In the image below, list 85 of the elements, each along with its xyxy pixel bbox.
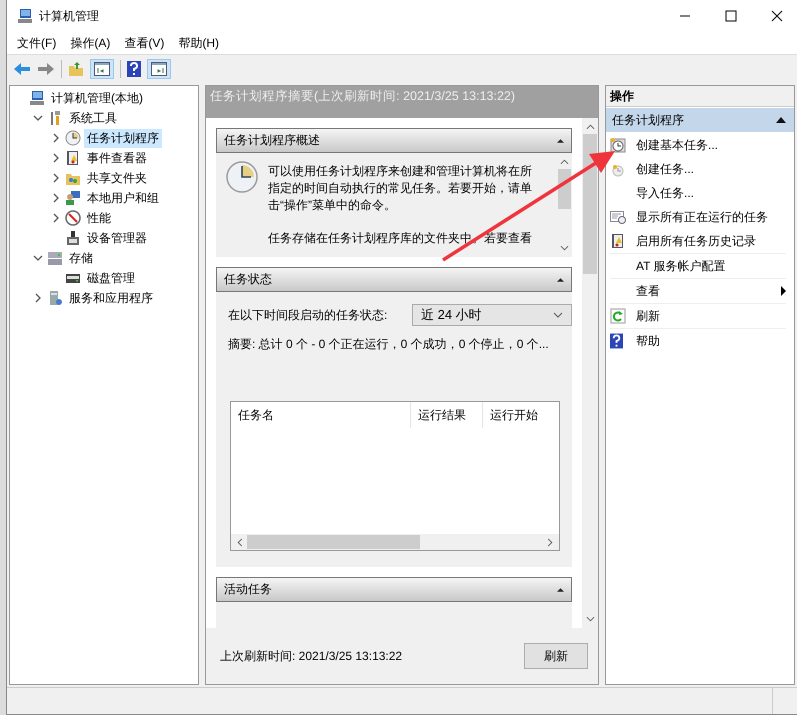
chevron-icon[interactable]: [33, 113, 43, 123]
period-label: 在以下时间段启动的任务状态:: [228, 306, 388, 324]
action-item[interactable]: 启用所有任务历史记录: [636, 232, 756, 250]
last-refresh-text: 上次刷新时间: 2021/3/25 13:13:22: [220, 648, 402, 664]
scroll-down-icon[interactable]: [586, 616, 594, 622]
action-item[interactable]: 导入任务...: [636, 184, 694, 202]
tree-item[interactable]: 系统工具: [66, 108, 120, 128]
folder-up-icon[interactable]: [68, 61, 84, 77]
forward-icon[interactable]: [37, 61, 55, 77]
column-header[interactable]: 运行结果: [411, 402, 483, 428]
scroll-down-icon[interactable]: [560, 245, 568, 251]
tree-item[interactable]: 任务计划程序: [84, 128, 162, 148]
scrollbar-thumb[interactable]: [583, 134, 597, 274]
help-icon[interactable]: [127, 61, 141, 77]
summary-header: 任务计划程序摘要(上次刷新时间: 2021/3/25 13:13:22): [206, 86, 598, 118]
action-item[interactable]: 创建基本任务...: [636, 136, 718, 154]
summary-text: 摘要: 总计 0 个 - 0 个正在运行，0 个成功，0 个停止，0 个...: [228, 336, 550, 353]
log-icon: [610, 233, 626, 249]
refresh-icon: [610, 308, 626, 324]
action-item[interactable]: 帮助: [636, 332, 660, 350]
collapse-icon[interactable]: [557, 278, 564, 282]
clock-icon: [226, 161, 258, 193]
window-title: 计算机管理: [39, 8, 99, 24]
panel-icon[interactable]: [151, 62, 167, 76]
chevron-icon[interactable]: [51, 133, 61, 143]
users-icon: [65, 190, 81, 206]
actions-header: 操作: [606, 86, 794, 107]
device-icon: [65, 230, 81, 246]
tree-item[interactable]: 本地用户和组: [84, 188, 162, 208]
action-item[interactable]: AT 服务帐户配置: [636, 258, 726, 274]
column-header[interactable]: 任务名: [231, 402, 411, 428]
log-icon: [65, 150, 81, 166]
chevron-icon[interactable]: [51, 213, 61, 223]
scrollbar-thumb[interactable]: [558, 169, 570, 209]
tree-item[interactable]: 共享文件夹: [84, 168, 150, 188]
close-icon[interactable]: [771, 10, 783, 22]
maximize-icon[interactable]: [725, 10, 737, 22]
collapse-icon[interactable]: [557, 138, 564, 142]
storage-icon: [47, 250, 63, 266]
menu-item[interactable]: 操作(A): [70, 34, 110, 52]
tree-item[interactable]: 计算机管理(本地): [48, 88, 146, 108]
clock-icon: [65, 130, 81, 146]
dropdown-icon: [553, 312, 563, 318]
collapse-icon[interactable]: [776, 117, 786, 123]
menu-item[interactable]: 帮助(H): [178, 34, 219, 52]
actions-group-header[interactable]: 任务计划程序: [606, 108, 794, 132]
chevron-icon[interactable]: [51, 173, 61, 183]
chevron-icon[interactable]: [51, 193, 61, 203]
collapse-icon[interactable]: [557, 588, 564, 592]
action-item[interactable]: 显示所有正在运行的任务: [636, 208, 768, 226]
chevron-icon[interactable]: [33, 253, 43, 263]
overview-text: 可以使用任务计划程序来创建和管理计算机将在所指定的时间自动执行的常见任务。若要开始，请单击“操作”菜单中的命令。: [268, 163, 533, 214]
computer-icon: [29, 90, 45, 106]
refresh-button[interactable]: 刷新: [524, 643, 588, 669]
tree-item[interactable]: 磁盘管理: [84, 268, 138, 288]
chevron-icon[interactable]: [51, 153, 61, 163]
scrollbar-thumb[interactable]: [247, 535, 420, 549]
menu-item[interactable]: 文件(F): [17, 34, 56, 52]
column-header[interactable]: 运行开始: [483, 402, 559, 428]
tree-item[interactable]: 服务和应用程序: [66, 288, 156, 308]
back-icon[interactable]: [13, 61, 31, 77]
section-header[interactable]: 任务计划程序概述: [216, 128, 572, 153]
section-header[interactable]: 任务状态: [216, 267, 572, 292]
submenu-arrow-icon: [781, 286, 786, 296]
computer-icon: [17, 8, 33, 24]
server-icon: [47, 290, 63, 306]
section-header[interactable]: 活动任务: [216, 577, 572, 602]
scroll-up-icon[interactable]: [586, 124, 594, 130]
scroll-left-icon[interactable]: [237, 538, 243, 546]
tree-item[interactable]: 事件查看器: [84, 148, 150, 168]
task-list-icon: [610, 209, 626, 225]
help-icon: [610, 333, 623, 349]
menu-item[interactable]: 查看(V): [124, 34, 164, 52]
clock-icon: [610, 137, 626, 153]
scroll-up-icon[interactable]: [560, 159, 568, 165]
tree-item[interactable]: 存储: [66, 248, 96, 268]
action-item[interactable]: 查看: [636, 282, 660, 300]
period-dropdown[interactable]: 近 24 小时: [412, 304, 572, 326]
action-item[interactable]: 创建任务...: [636, 160, 694, 178]
panel-icon[interactable]: [94, 62, 110, 76]
action-item[interactable]: 刷新: [636, 308, 660, 324]
tree-item[interactable]: 性能: [84, 208, 114, 228]
tree-item[interactable]: 设备管理器: [84, 228, 150, 248]
scroll-right-icon[interactable]: [547, 538, 553, 546]
chevron-icon[interactable]: [33, 293, 43, 303]
